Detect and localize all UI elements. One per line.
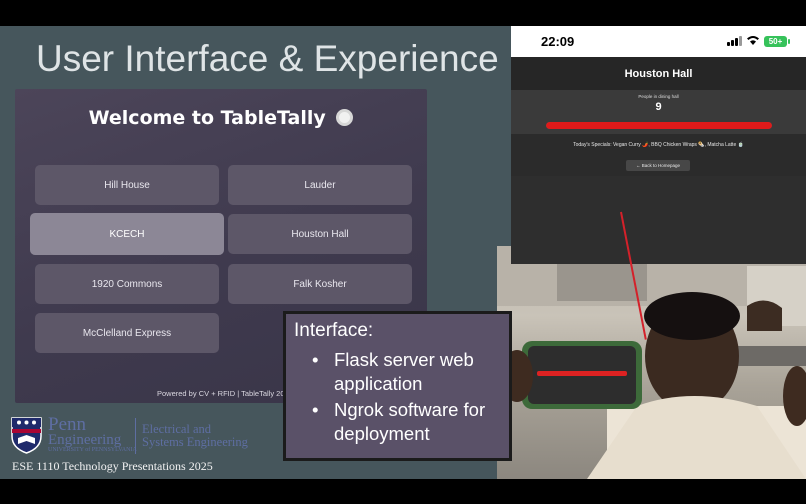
department-line-2: Systems Engineering bbox=[142, 435, 248, 449]
slide-title: User Interface & Experience bbox=[36, 38, 499, 79]
hall-button-lauder[interactable]: Lauder bbox=[228, 165, 412, 205]
callout-heading: Interface: bbox=[294, 320, 374, 341]
callout-bullet: Flask server web application bbox=[294, 348, 501, 396]
phone-status-bar: 22:09 50+ bbox=[511, 26, 806, 57]
university-wordmark: UNIVERSITY of PENNSYLVANIA bbox=[48, 447, 137, 453]
phone-empty-area bbox=[511, 176, 806, 264]
hall-button-hill-house[interactable]: Hill House bbox=[35, 165, 219, 205]
app-footer: Powered by CV + RFID | TableTally 2025 bbox=[157, 389, 293, 398]
welcome-heading: Welcome to TableTally bbox=[15, 107, 427, 129]
logo-divider bbox=[135, 418, 136, 454]
phone-screenshot: 22:09 50+ Houston Hall People in dining … bbox=[511, 26, 806, 264]
hall-button-houston-hall[interactable]: Houston Hall bbox=[228, 214, 412, 254]
presentation-slide: User Interface & Experience Welcome to T… bbox=[0, 26, 806, 479]
course-footer: ESE 1110 Technology Presentations 2025 bbox=[12, 459, 213, 473]
people-label: People in dining hall bbox=[638, 94, 679, 99]
phone-clock: 22:09 bbox=[541, 34, 575, 49]
back-to-homepage-button[interactable]: ← Back to Homepage bbox=[626, 160, 690, 171]
callout-bullet: Ngrok software for deployment bbox=[294, 398, 501, 446]
department-line-1: Electrical and bbox=[142, 422, 212, 436]
presenter-photo bbox=[497, 246, 806, 479]
phone-hall-title: Houston Hall bbox=[624, 68, 693, 80]
battery-indicator: 50+ bbox=[764, 36, 787, 47]
plate-icon bbox=[336, 109, 354, 126]
hall-button-1920-commons[interactable]: 1920 Commons bbox=[35, 264, 219, 304]
people-count: 9 bbox=[655, 101, 662, 113]
hall-button-mcclelland-express[interactable]: McClelland Express bbox=[35, 313, 219, 353]
top-letterbox bbox=[0, 0, 806, 26]
welcome-text: Welcome to TableTally bbox=[88, 107, 326, 129]
callout-bullet-list: Flask server web application Ngrok softw… bbox=[294, 348, 501, 446]
penn-engineering-logo: Penn Engineering UNIVERSITY of PENNSYLVA… bbox=[10, 414, 250, 458]
bottom-letterbox bbox=[0, 479, 806, 504]
interface-callout: Interface: Flask server web application … bbox=[283, 311, 512, 461]
occupancy-card: People in dining hall 9 bbox=[511, 90, 806, 134]
department-name: Electrical and Systems Engineering bbox=[142, 423, 248, 449]
penn-shield-icon bbox=[11, 417, 42, 454]
occupancy-progress-bar bbox=[546, 122, 772, 129]
battery-tip bbox=[788, 39, 790, 44]
hall-button-falk-kosher[interactable]: Falk Kosher bbox=[228, 264, 412, 304]
occupancy-progress-fill bbox=[546, 122, 772, 129]
photo-illustration bbox=[497, 246, 806, 479]
wifi-icon bbox=[747, 36, 759, 45]
todays-specials: Today's Specials: Vegan Curry 🌶️, BBQ Ch… bbox=[573, 142, 744, 148]
hall-button-kcech[interactable]: KCECH bbox=[30, 213, 224, 255]
phone-header: Houston Hall bbox=[511, 57, 806, 90]
